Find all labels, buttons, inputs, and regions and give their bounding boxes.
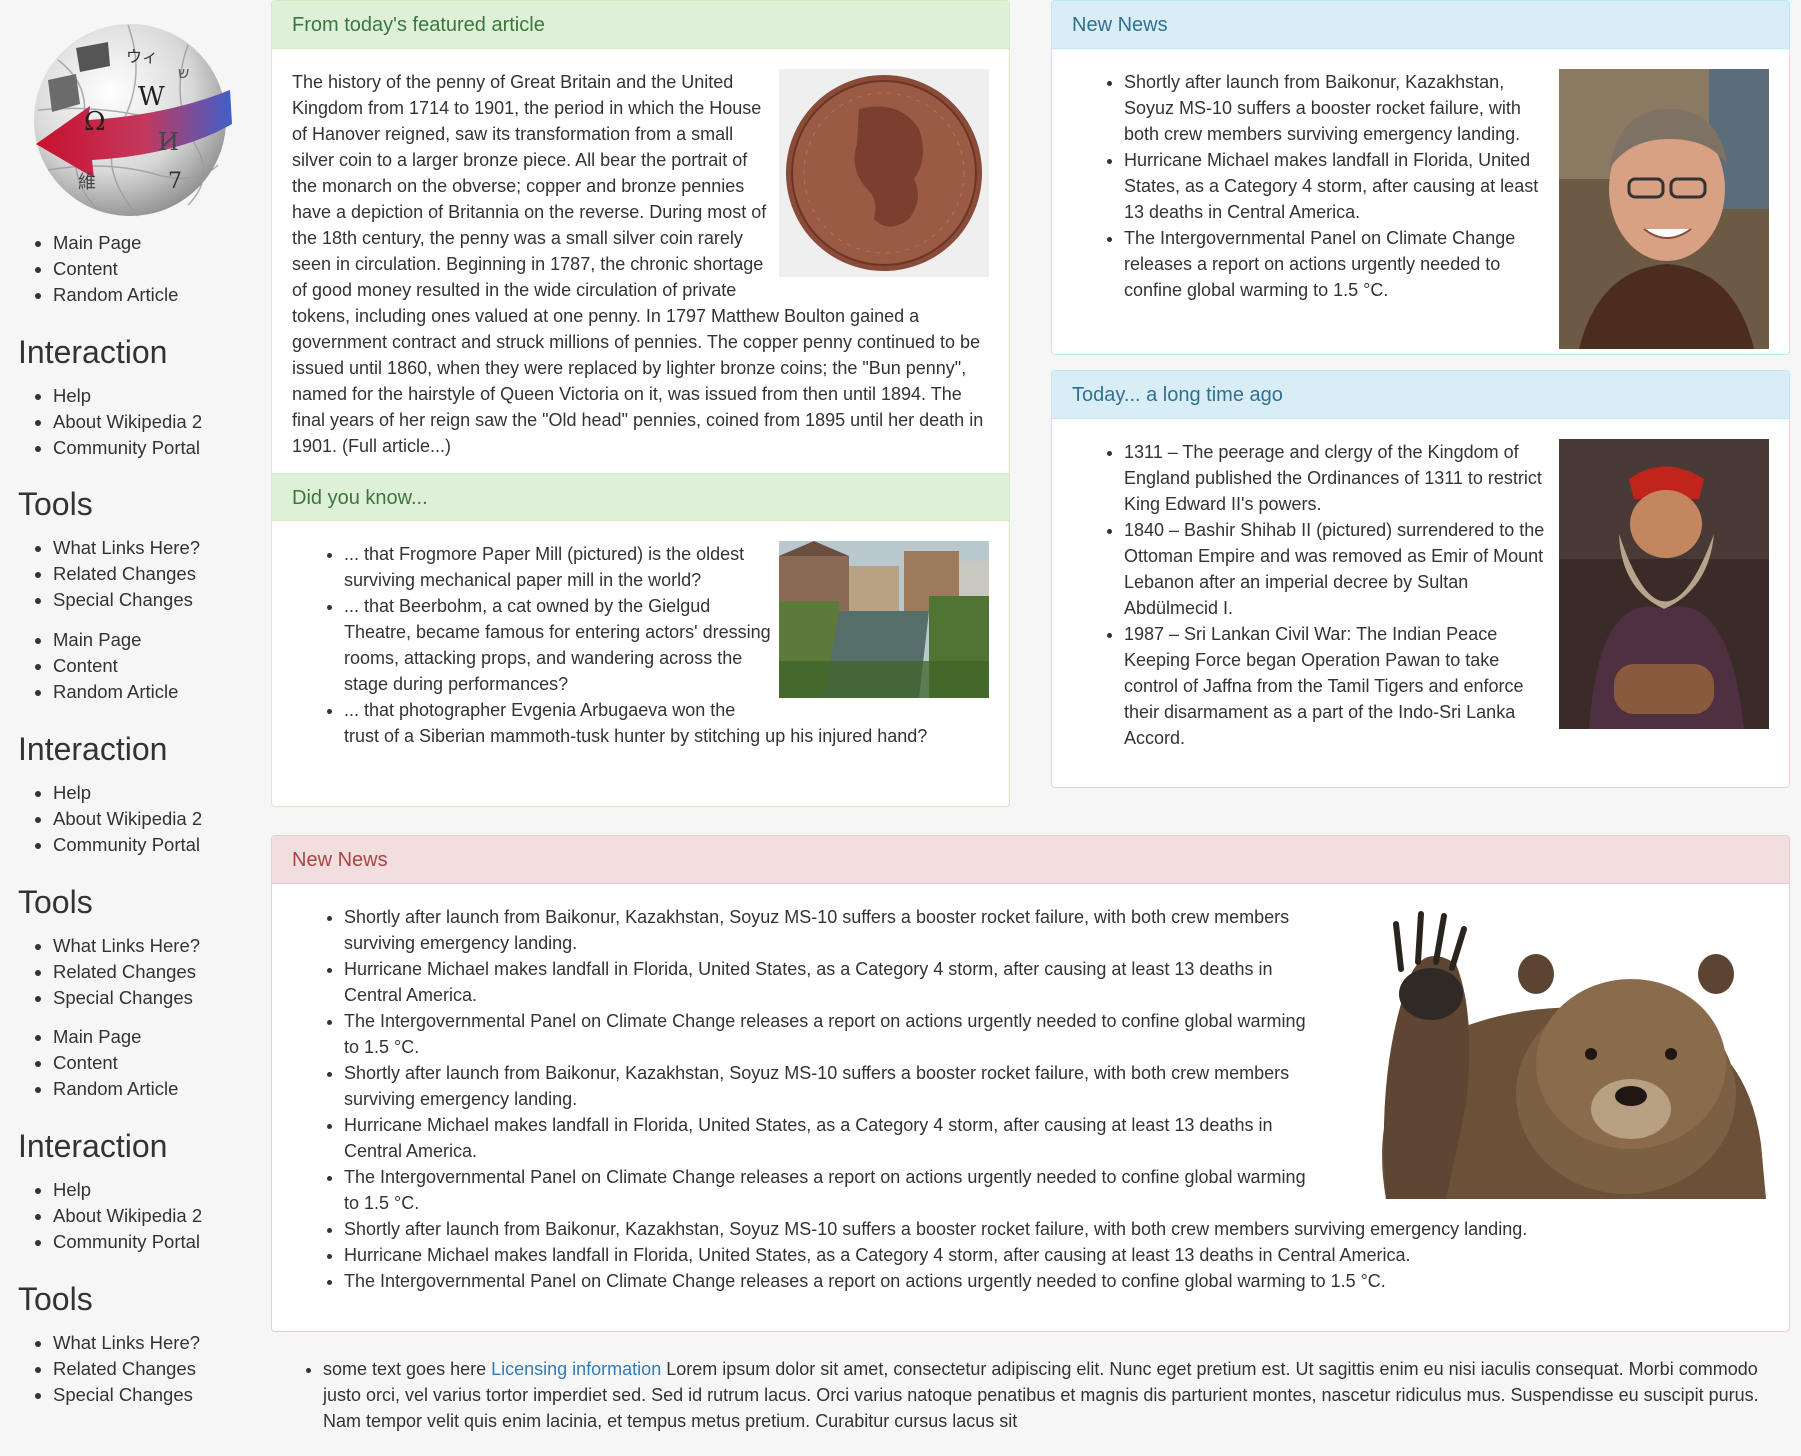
sidebar-link-random-article[interactable]: Random Article: [53, 282, 178, 308]
logo-glyph-seven: 7: [168, 169, 182, 194]
sidebar-link-content[interactable]: Content: [53, 1050, 178, 1076]
sidebar-link-content[interactable]: Content: [53, 653, 178, 679]
sidebar-link-what-links-here[interactable]: What Links Here?: [53, 933, 200, 959]
news-panel: New News Shortly after launch from Baiko…: [1051, 0, 1790, 355]
sidebar-link-what-links-here[interactable]: What Links Here?: [53, 535, 200, 561]
footer-list: some text goes here Licensing informatio…: [271, 1356, 1790, 1434]
logo-glyph-omega: Ω: [84, 107, 106, 137]
sidebar-link-help[interactable]: Help: [53, 383, 202, 409]
sidebar-link-what-links-here[interactable]: What Links Here?: [53, 1330, 200, 1356]
did-you-know-item: ... that photographer Evgenia Arbugaeva …: [344, 697, 989, 749]
sidebar-heading-interaction: Interaction: [18, 1128, 168, 1164]
sidebar-link-main-page[interactable]: Main Page: [53, 1024, 178, 1050]
sidebar-link-about[interactable]: About Wikipedia 2: [53, 409, 202, 435]
logo-glyph-shin: ש: [178, 63, 189, 82]
news-wide-heading: New News: [272, 836, 1789, 884]
sidebar-link-help[interactable]: Help: [53, 1177, 202, 1203]
on-this-day-heading: Today... a long time ago: [1052, 371, 1789, 419]
sidebar-heading-interaction: Interaction: [18, 334, 168, 370]
wikipedia-globe-logo[interactable]: Ω W И ウィ 維 7 ש: [18, 20, 236, 220]
sidebar-tools-list: What Links Here? Related Changes Special…: [0, 535, 200, 613]
sidebar-link-special-changes[interactable]: Special Changes: [53, 1382, 200, 1408]
news-portrait-image: [1559, 69, 1769, 349]
sidebar-link-content[interactable]: Content: [53, 256, 178, 282]
bashir-shihab-portrait-image: [1559, 439, 1769, 729]
sidebar-heading-tools: Tools: [18, 486, 93, 522]
logo-glyph-ji: 維: [78, 172, 96, 193]
logo-glyph-wi: ウィ: [126, 47, 158, 66]
sidebar-link-community-portal[interactable]: Community Portal: [53, 1229, 202, 1255]
sidebar-tools-list: What Links Here? Related Changes Special…: [0, 1330, 200, 1408]
sidebar-heading-interaction: Interaction: [18, 731, 168, 767]
featured-article-heading: From today's featured article: [272, 1, 1009, 49]
penny-coin-image: [779, 69, 989, 277]
featured-article-panel: From today's featured article The histor…: [271, 0, 1010, 807]
sidebar-link-help[interactable]: Help: [53, 780, 202, 806]
logo-glyph-w: W: [138, 82, 165, 112]
sidebar-nav-list: Main Page Content Random Article: [0, 627, 178, 705]
sidebar-link-about[interactable]: About Wikipedia 2: [53, 1203, 202, 1229]
sidebar-link-related-changes[interactable]: Related Changes: [53, 561, 200, 587]
sidebar-tools-list: What Links Here? Related Changes Special…: [0, 933, 200, 1011]
frogmore-paper-mill-image: [779, 541, 989, 698]
sidebar-link-main-page[interactable]: Main Page: [53, 230, 178, 256]
sidebar-link-related-changes[interactable]: Related Changes: [53, 959, 200, 985]
sidebar-interaction-list: Help About Wikipedia 2 Community Portal: [0, 383, 202, 461]
sidebar-nav-list: Main Page Content Random Article: [0, 1024, 178, 1102]
news-heading: New News: [1052, 1, 1789, 49]
bear-image: [1326, 904, 1769, 1199]
sidebar-link-about[interactable]: About Wikipedia 2: [53, 806, 202, 832]
news-panel-wide: New News Shortly after launch from Baiko…: [271, 835, 1790, 1332]
sidebar-link-community-portal[interactable]: Community Portal: [53, 832, 202, 858]
sidebar-heading-tools: Tools: [18, 884, 93, 920]
sidebar-heading-tools: Tools: [18, 1281, 93, 1317]
on-this-day-panel: Today... a long time ago 1311 – The peer…: [1051, 370, 1790, 788]
sidebar-link-special-changes[interactable]: Special Changes: [53, 985, 200, 1011]
licensing-information-link[interactable]: Licensing information: [491, 1359, 661, 1379]
news-wide-item: Hurricane Michael makes landfall in Flor…: [344, 1242, 1769, 1268]
sidebar-link-main-page[interactable]: Main Page: [53, 627, 178, 653]
sidebar-interaction-list: Help About Wikipedia 2 Community Portal: [0, 1177, 202, 1255]
news-wide-item: The Intergovernmental Panel on Climate C…: [344, 1268, 1769, 1294]
did-you-know-heading: Did you know...: [272, 473, 1009, 521]
logo-glyph-i: И: [158, 128, 179, 156]
sidebar-link-random-article[interactable]: Random Article: [53, 1076, 178, 1102]
sidebar-nav-list: Main Page Content Random Article: [0, 230, 178, 308]
sidebar-link-related-changes[interactable]: Related Changes: [53, 1356, 200, 1382]
sidebar-link-random-article[interactable]: Random Article: [53, 679, 178, 705]
footer: some text goes here Licensing informatio…: [271, 1356, 1790, 1434]
news-wide-item: Shortly after launch from Baikonur, Kaza…: [344, 1216, 1769, 1242]
sidebar-link-special-changes[interactable]: Special Changes: [53, 587, 200, 613]
sidebar-link-community-portal[interactable]: Community Portal: [53, 435, 202, 461]
sidebar-interaction-list: Help About Wikipedia 2 Community Portal: [0, 780, 202, 858]
footer-item: some text goes here Licensing informatio…: [323, 1356, 1790, 1434]
footer-prefix: some text goes here: [323, 1359, 487, 1379]
